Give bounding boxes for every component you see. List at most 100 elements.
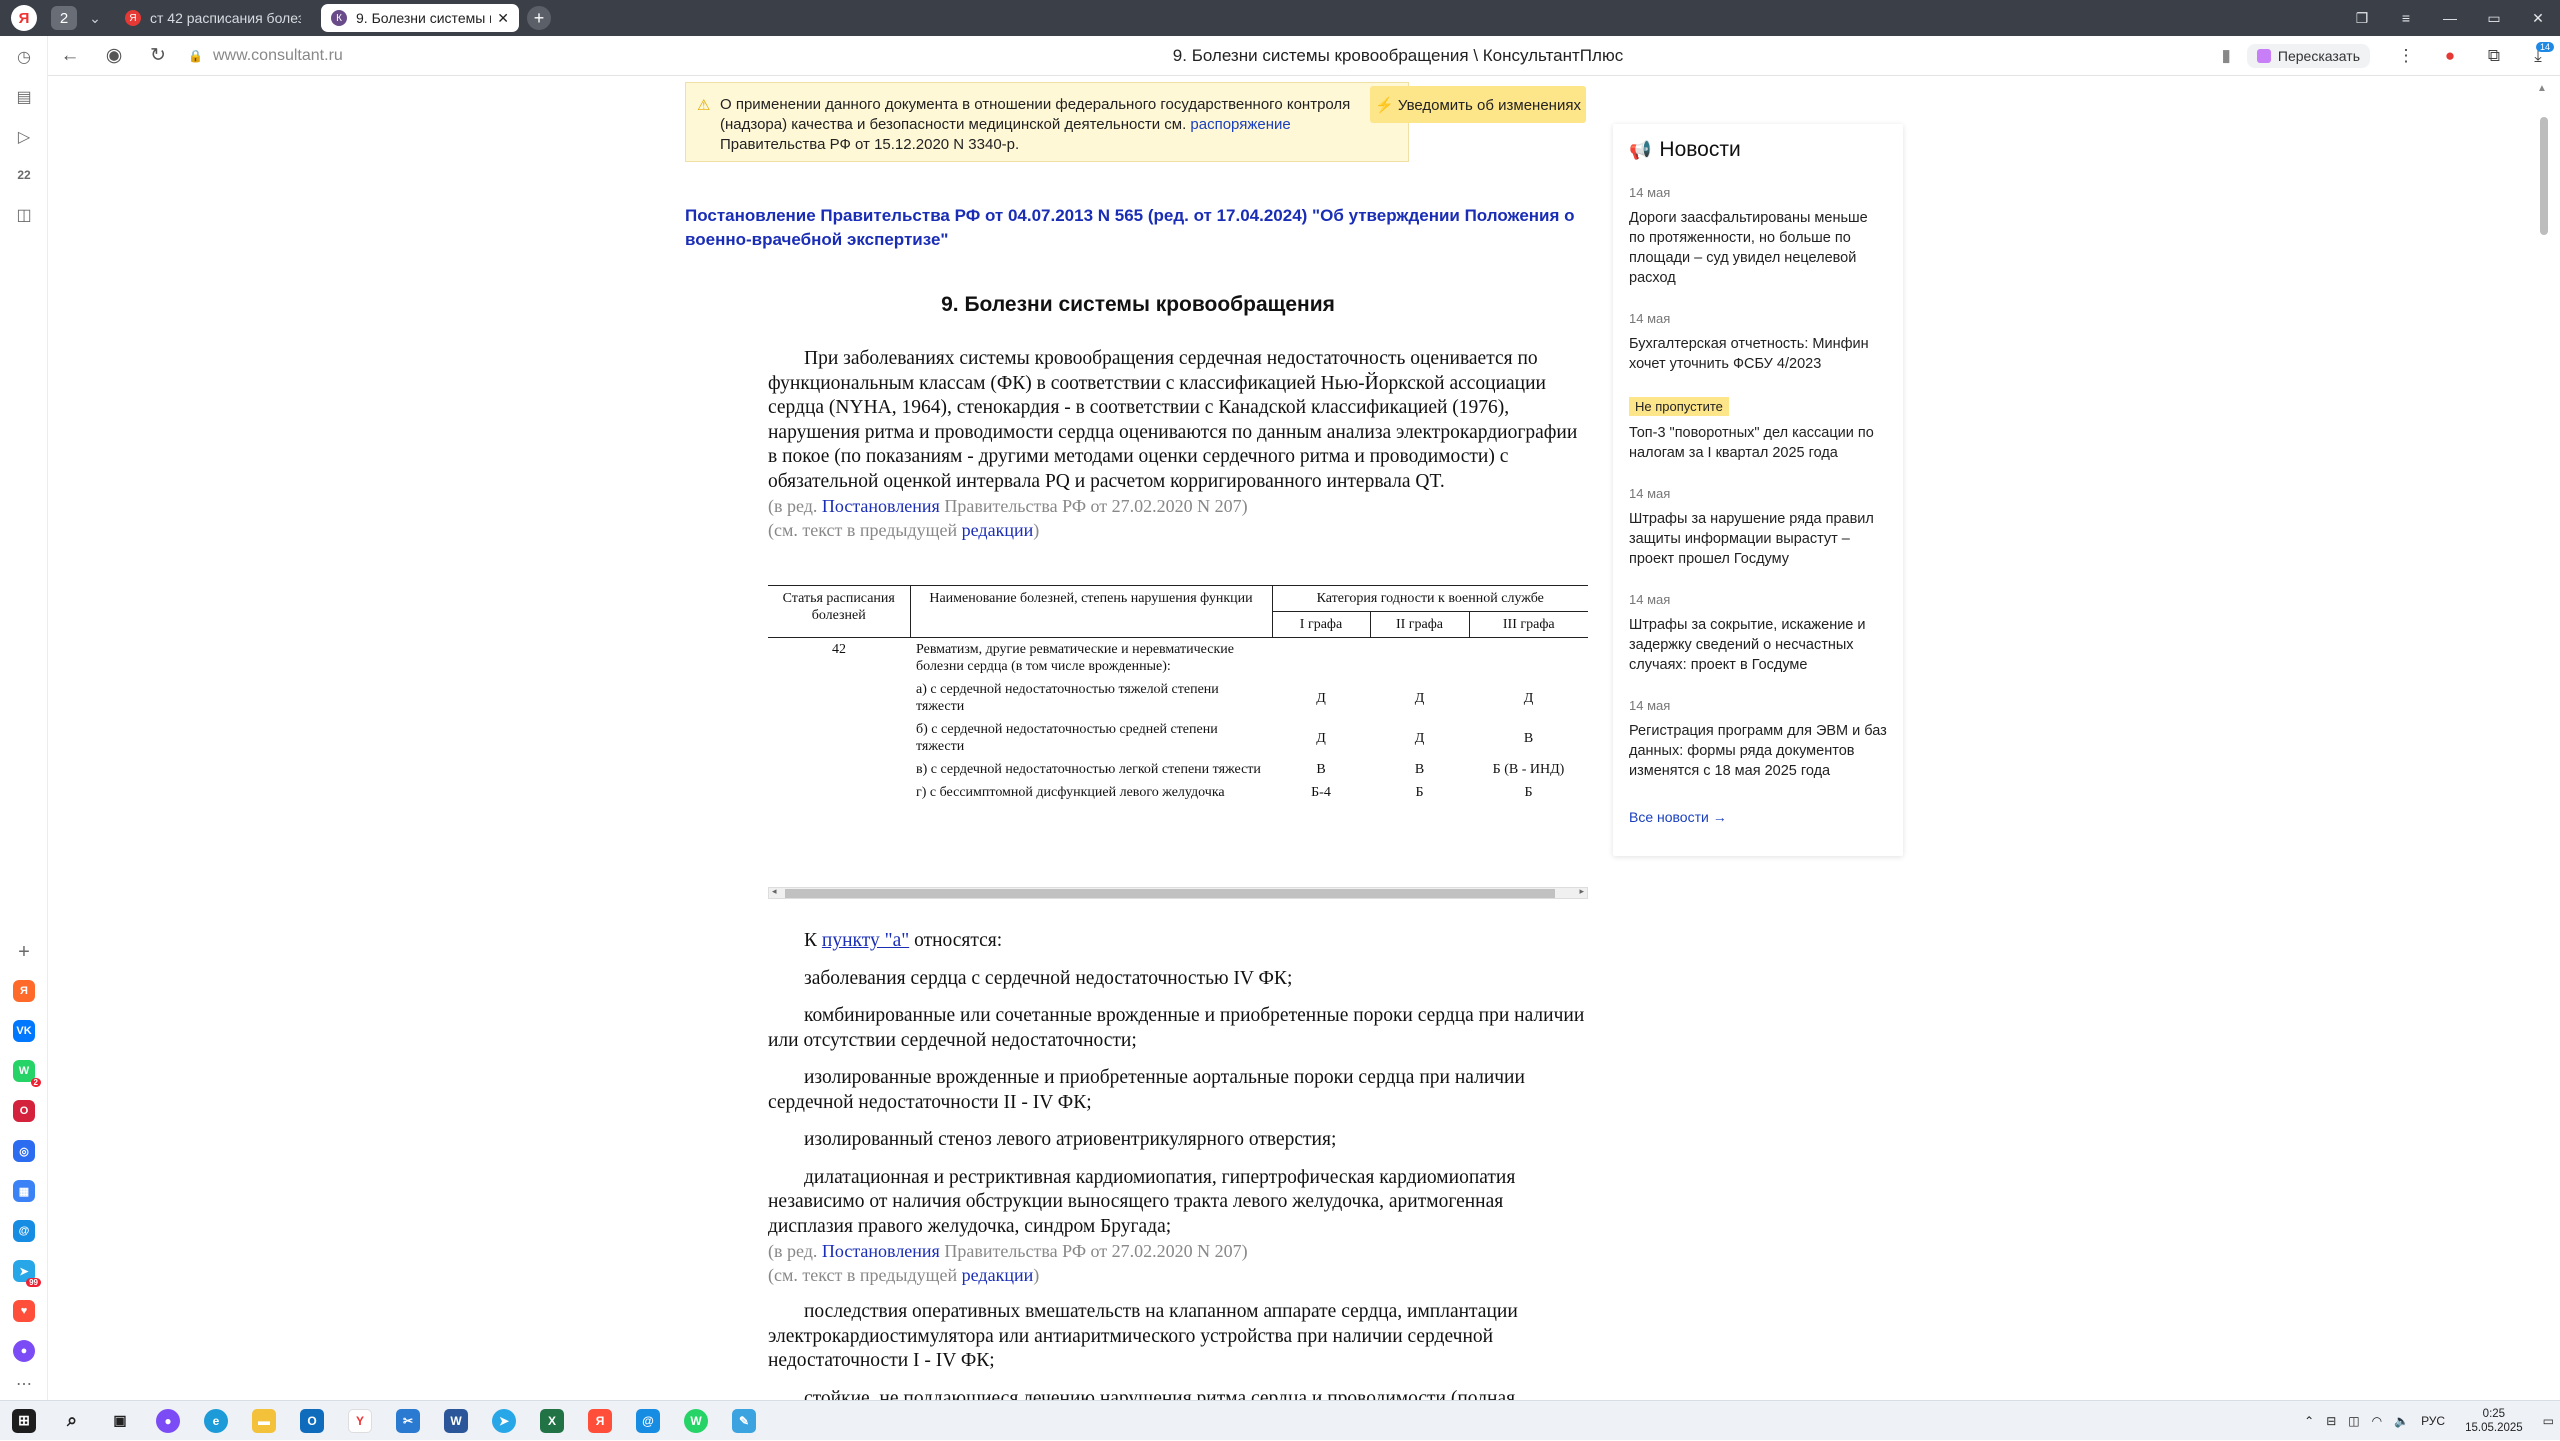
news-item[interactable]: 14 мая Штрафы за сокрытие, искажение и за… [1629, 592, 1887, 675]
calendar-icon[interactable]: 22 [10, 161, 38, 189]
edge-icon[interactable]: e [192, 1401, 240, 1441]
whatsapp-taskbar-icon[interactable]: W [672, 1401, 720, 1441]
mail-icon[interactable]: @ [13, 1220, 35, 1242]
news-text[interactable]: Штрафы за сокрытие, искажение и задержку… [1629, 615, 1887, 675]
apps-icon[interactable]: ▦ [13, 1180, 35, 1202]
article-number: 42 [832, 642, 846, 657]
tab-inactive[interactable]: Я ст 42 расписания болезней [115, 4, 311, 32]
notify-changes-button[interactable]: ⚡ Уведомить об изменениях [1370, 86, 1586, 123]
news-tag: Не пропустите [1629, 397, 1729, 416]
tab-count-button[interactable]: 2 [51, 6, 77, 30]
news-item[interactable]: 14 мая Регистрация программ для ЭВМ и баз… [1629, 698, 1887, 781]
back-icon[interactable]: ← [48, 45, 92, 67]
revision-link[interactable]: Постановления [822, 496, 940, 516]
okko-icon[interactable]: O [13, 1100, 35, 1122]
more-icon[interactable]: ⋯ [10, 1370, 38, 1398]
row-name: а) с сердечной недостаточностью тяжелой … [916, 682, 1219, 714]
news-text[interactable]: Бухгалтерская отчетность: Минфин хочет у… [1629, 334, 1887, 374]
tray-chevron-icon[interactable]: ⌃ [2304, 1414, 2314, 1428]
point-a-link[interactable]: пункту "а" [822, 930, 909, 951]
play-icon[interactable]: ▷ [10, 123, 38, 151]
warning-icon: ⚠ [697, 97, 711, 114]
telegram-taskbar-icon[interactable]: ➤ [480, 1401, 528, 1441]
bookmark-icon[interactable]: ▮ [2222, 46, 2231, 66]
protect-icon[interactable]: ◉ [92, 44, 136, 67]
disk-icon[interactable]: ◎ [13, 1140, 35, 1162]
yandex-app-taskbar-icon[interactable]: Я [576, 1401, 624, 1441]
news-text[interactable]: Регистрация программ для ЭВМ и баз данны… [1629, 721, 1887, 781]
table-horizontal-scrollbar[interactable]: ◂ ▸ [768, 886, 1588, 899]
scroll-up-icon[interactable]: ▲ [2537, 83, 2547, 94]
screenshot-icon[interactable]: ◫ [10, 201, 38, 229]
news-item[interactable]: 14 мая Дороги заасфальтированы меньше по … [1629, 185, 1887, 288]
yandex-browser-logo[interactable]: Я [11, 5, 37, 31]
more-menu-icon[interactable]: ⋮ [2384, 46, 2428, 66]
windows-start-icon[interactable]: ⊞ [0, 1401, 48, 1441]
scroll-thumb[interactable] [785, 889, 1555, 898]
previous-edition-link[interactable]: редакции [962, 1265, 1034, 1285]
minimize-icon[interactable]: — [2428, 10, 2472, 26]
paint-icon[interactable]: ✎ [720, 1401, 768, 1441]
notice-box: ⚠ О применении данного документа в отнош… [685, 82, 1409, 162]
telegram-icon[interactable]: ➤ 99 [13, 1260, 41, 1287]
close-window-icon[interactable]: ✕ [2516, 10, 2560, 27]
collections-icon[interactable]: ❐ [2340, 10, 2384, 27]
alice-icon[interactable]: ● [13, 1340, 35, 1362]
document-header-link[interactable]: Постановление Правительства РФ от 04.07.… [685, 204, 1585, 252]
notes-icon[interactable]: ▤ [10, 83, 38, 111]
news-item[interactable]: 14 мая Бухгалтерская отчетность: Минфин х… [1629, 311, 1887, 374]
retell-icon [2256, 49, 2271, 63]
news-item[interactable]: 14 мая Штрафы за нарушение ряда правил за… [1629, 486, 1887, 569]
previous-edition-link[interactable]: редакции [962, 520, 1034, 540]
language-indicator[interactable]: РУС [2421, 1414, 2445, 1428]
menu-icon[interactable]: ≡ [2384, 10, 2428, 26]
news-text[interactable]: Топ-3 "поворотных" дел кассации по налог… [1629, 423, 1887, 463]
tab-active[interactable]: К 9. Болезни системы кровообращения \ Ко… [321, 4, 519, 32]
wifi-icon[interactable]: ◠ [2372, 1414, 2382, 1428]
whatsapp-icon[interactable]: W2 [13, 1060, 41, 1087]
all-news-link[interactable]: Все новости → [1629, 809, 1887, 825]
market-icon[interactable]: ♥ [13, 1300, 35, 1322]
mail-taskbar-icon[interactable]: @ [624, 1401, 672, 1441]
cell-g2: В [1414, 762, 1425, 777]
news-text[interactable]: Дороги заасфальтированы меньше по протяж… [1629, 208, 1887, 288]
network-icon[interactable]: ⊟ [2326, 1414, 2336, 1428]
word-icon[interactable]: W [432, 1401, 480, 1441]
outlook-icon[interactable]: O [288, 1401, 336, 1441]
extensions-icon[interactable]: ⧉ [2472, 46, 2516, 66]
yandex-taskbar-icon[interactable]: Y [336, 1401, 384, 1441]
downloads-icon[interactable]: ⤓ 14 [2516, 42, 2560, 66]
notifications-icon[interactable]: ▭ [2543, 1414, 2554, 1428]
revision-link[interactable]: Постановления [822, 1241, 940, 1261]
search-icon[interactable]: ⌕ [48, 1401, 96, 1441]
close-icon[interactable]: ✕ [497, 10, 509, 27]
retell-button[interactable]: Пересказать [2246, 44, 2370, 68]
clock[interactable]: 0:25 15.05.2025 [2465, 1407, 2523, 1435]
scroll-left-icon[interactable]: ◂ [772, 886, 777, 897]
task-view-icon[interactable]: ▣ [96, 1401, 144, 1441]
news-text[interactable]: Штрафы за нарушение ряда правил защиты и… [1629, 509, 1887, 569]
chevron-down-icon[interactable]: ⌄ [85, 10, 105, 27]
url-field[interactable]: 🔒 www.consultant.ru [188, 47, 343, 65]
vk-icon[interactable]: VK [13, 1020, 35, 1042]
new-tab-button[interactable]: + [527, 6, 551, 30]
camera-icon[interactable]: ◫ [2348, 1414, 2359, 1428]
news-item[interactable]: Не пропустите Топ-3 "поворотных" дел касс… [1629, 397, 1887, 463]
restore-icon[interactable]: ▭ [2472, 10, 2516, 27]
snipping-tool-icon[interactable]: ✂ [384, 1401, 432, 1441]
history-icon[interactable]: ◷ [10, 43, 38, 71]
page-scrollbar[interactable]: ▲ [2528, 77, 2560, 1400]
add-icon[interactable]: + [10, 938, 38, 966]
file-explorer-icon[interactable]: ▬ [240, 1401, 288, 1441]
scroll-right-icon[interactable]: ▸ [1579, 886, 1584, 897]
cell-g2: Д [1414, 730, 1425, 746]
table-row: г) с бессимптомной дисфункцией левого же… [768, 781, 1588, 804]
yandex-app-icon[interactable]: Я [13, 980, 35, 1002]
volume-icon[interactable]: 🔈 [2394, 1414, 2409, 1428]
scroll-thumb[interactable] [2540, 117, 2548, 235]
profile-icon[interactable]: ● [2428, 46, 2472, 66]
reload-icon[interactable]: ↻ [136, 44, 180, 67]
excel-icon[interactable]: X [528, 1401, 576, 1441]
notice-link[interactable]: распоряжение [1190, 116, 1290, 133]
alice-taskbar-icon[interactable]: ● [144, 1401, 192, 1441]
